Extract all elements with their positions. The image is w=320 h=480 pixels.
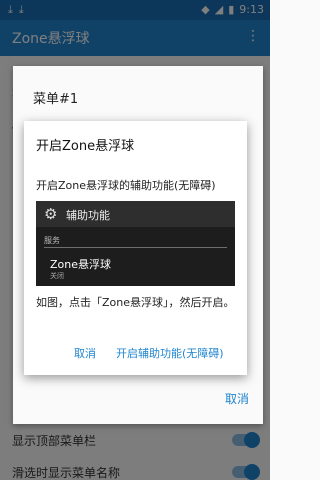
menu-title: 菜单#1 (33, 92, 79, 107)
service-status: 关闭 (50, 272, 64, 280)
menu-cancel-button[interactable]: 取消 (225, 390, 249, 407)
dialog-title: 开启Zone悬浮球 (36, 139, 135, 154)
divider (44, 247, 227, 248)
gear-icon: ⚙ (44, 205, 58, 223)
service-name: Zone悬浮球 (50, 258, 112, 271)
enable-accessibility-dialog: 开启Zone悬浮球 开启Zone悬浮球的辅助功能(无障碍) ⚙ 辅助功能 服务 … (24, 121, 247, 375)
section-label: 服务 (44, 236, 60, 245)
accessibility-header: ⚙ 辅助功能 (36, 201, 235, 227)
open-accessibility-button[interactable]: 开启辅助功能(无障碍) (116, 345, 224, 361)
cancel-button[interactable]: 取消 (74, 345, 96, 361)
dialog-body: 如图，点击「Zone悬浮球」，然后开启。 (36, 296, 235, 309)
accessibility-title: 辅助功能 (66, 209, 110, 222)
dialog-subtitle: 开启Zone悬浮球的辅助功能(无障碍) (36, 179, 216, 192)
accessibility-screenshot: ⚙ 辅助功能 服务 Zone悬浮球 关闭 (36, 201, 235, 286)
